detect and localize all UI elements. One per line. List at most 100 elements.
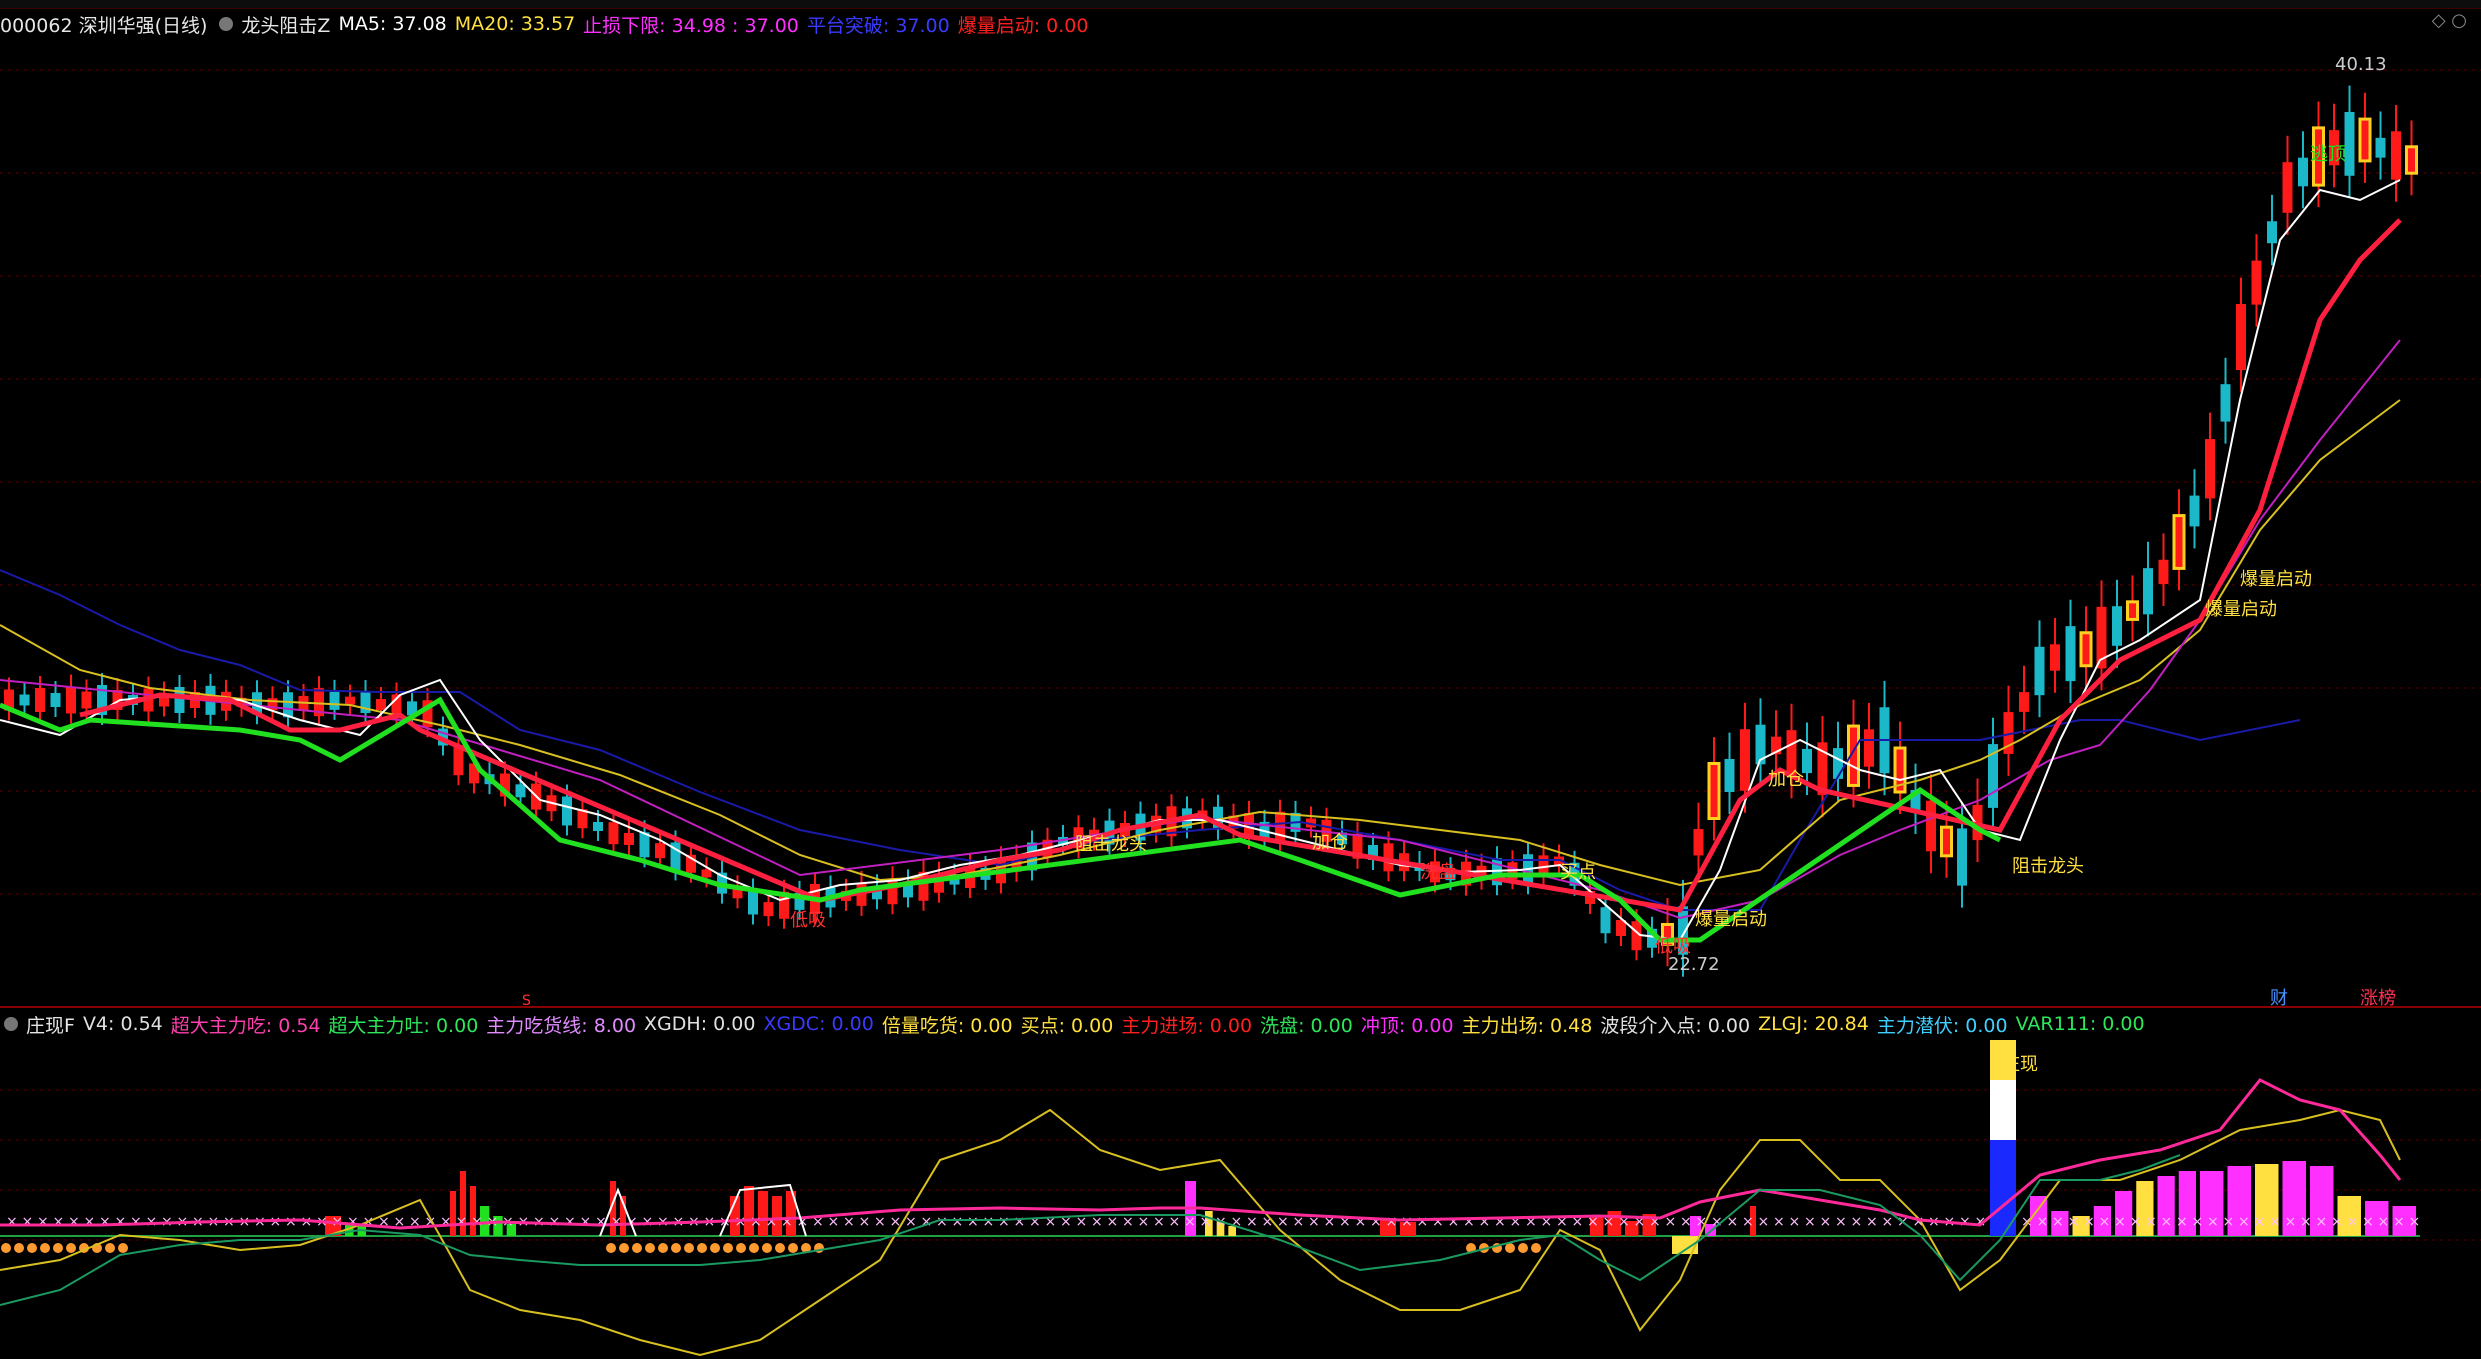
signal-marker: × bbox=[2161, 1214, 2173, 1230]
signal-marker: × bbox=[1138, 1214, 1150, 1230]
candle-body bbox=[1864, 729, 1874, 767]
signal-marker: × bbox=[2114, 1214, 2126, 1230]
sub-item-4: XGDH: 0.00 bbox=[644, 1013, 756, 1035]
accumulation-marker bbox=[684, 1243, 694, 1253]
signal-marker: × bbox=[1773, 1214, 1785, 1230]
sub-item-3: 主力吃货线: 8.00 bbox=[486, 1014, 637, 1037]
accumulation-marker bbox=[632, 1243, 642, 1253]
sub-item-7: 买点: 0.00 bbox=[1020, 1014, 1114, 1037]
candle-body bbox=[2034, 646, 2045, 696]
sub-item-14: 主力潜伏: 0.00 bbox=[1876, 1014, 2008, 1037]
candle-body bbox=[2220, 384, 2231, 422]
candle-body bbox=[2344, 111, 2355, 176]
stock-title[interactable]: 000062 深圳华强(日线) bbox=[0, 11, 207, 38]
signal-marker: × bbox=[2083, 1214, 2095, 1230]
signal-marker: × bbox=[2176, 1214, 2188, 1230]
accumulation-marker bbox=[658, 1243, 668, 1253]
candle-body bbox=[748, 890, 758, 915]
signal-marker: × bbox=[2300, 1214, 2312, 1230]
signal-marker: × bbox=[1370, 1214, 1382, 1230]
signal-marker: × bbox=[1494, 1214, 1506, 1230]
signal-marker: × bbox=[1789, 1214, 1801, 1230]
candle-body bbox=[2112, 606, 2122, 646]
signal-marker: × bbox=[68, 1214, 80, 1230]
signal-marker: × bbox=[1913, 1214, 1925, 1230]
candle-body bbox=[35, 688, 45, 712]
signal-marker: × bbox=[766, 1214, 778, 1230]
signal-marker: × bbox=[2347, 1214, 2359, 1230]
window-control-icons[interactable]: ◇ ○ bbox=[2432, 10, 2467, 31]
candle-body bbox=[2189, 495, 2200, 527]
candle-body bbox=[329, 691, 340, 710]
indicator-name[interactable]: 龙头阻击Z bbox=[241, 11, 330, 38]
signal-marker: × bbox=[1029, 1214, 1041, 1230]
finance-badge[interactable]: 财 bbox=[2270, 988, 2288, 1008]
candle-body bbox=[1926, 800, 1936, 852]
signal-marker: × bbox=[2021, 1214, 2033, 1230]
gridlines bbox=[0, 69, 2481, 895]
accumulation-marker bbox=[40, 1243, 50, 1253]
signal-marker: × bbox=[1835, 1214, 1847, 1230]
buy-point-label: 买点 bbox=[1560, 862, 1596, 883]
candle-body bbox=[345, 696, 355, 705]
signal-marker: × bbox=[2316, 1214, 2328, 1230]
candle-body bbox=[515, 784, 526, 798]
limit-up-badge[interactable]: 涨榜 bbox=[2360, 988, 2396, 1008]
accumulation-marker bbox=[645, 1243, 655, 1253]
signal-marker: × bbox=[2269, 1214, 2281, 1230]
low-buy-label-2: 低吸 bbox=[1655, 936, 1691, 957]
candle-body bbox=[2405, 145, 2418, 175]
signal-marker: × bbox=[781, 1214, 793, 1230]
candle-body bbox=[283, 692, 293, 718]
signal-marker: × bbox=[2378, 1214, 2390, 1230]
sub-chart-legend: 庄现F V4: 0.54 超大主力吃: 0.54 超大主力吐: 0.00 主力吃… bbox=[0, 1008, 2153, 1040]
sub-item-9: 洗盘: 0.00 bbox=[1260, 1014, 1353, 1037]
sub-indicator-settings-icon[interactable] bbox=[4, 1017, 18, 1031]
candle-body bbox=[2079, 631, 2093, 668]
sub-item-2: 超大主力吐: 0.00 bbox=[328, 1014, 479, 1037]
candle-body bbox=[1740, 729, 1750, 791]
accumulation-marker bbox=[723, 1243, 733, 1253]
indicator-settings-icon[interactable] bbox=[219, 17, 234, 31]
signal-marker: × bbox=[1107, 1214, 1119, 1230]
signal-marker: × bbox=[440, 1214, 452, 1230]
sub-bars: × × × × × × × × × × × × × × × × × × × × × × × × × × × × × × × × × × × × × × × ×… bbox=[1, 1040, 2420, 1254]
indicator-subchart[interactable]: × × × × × × × × × × × × × × × × × × × × × × × × × × × × × × × × × × × × × × × ×… bbox=[0, 1040, 2481, 1359]
signal-marker: × bbox=[1448, 1214, 1460, 1230]
signal-marker: × bbox=[1153, 1214, 1165, 1230]
accumulation-marker bbox=[27, 1243, 37, 1253]
signal-marker: × bbox=[130, 1214, 142, 1230]
sub-item-15: VAR111: 0.00 bbox=[2015, 1013, 2145, 1035]
signal-marker: × bbox=[936, 1214, 948, 1230]
signal-marker: × bbox=[1169, 1214, 1181, 1230]
candle-body bbox=[562, 796, 572, 826]
signal-marker: × bbox=[874, 1214, 886, 1230]
accumulation-marker bbox=[1518, 1243, 1528, 1253]
signal-marker: × bbox=[2145, 1214, 2157, 1230]
candle-body bbox=[2267, 221, 2277, 244]
candle-body bbox=[1600, 907, 1611, 934]
signal-marker: × bbox=[2068, 1214, 2080, 1230]
candlestick-chart[interactable]: 40.13 22.72 逃顶 爆量启动 爆量启动 阻击龙头 阻击龙头 爆量启动 … bbox=[0, 40, 2481, 1008]
candle-body bbox=[2375, 137, 2386, 158]
sub-indicator-name[interactable]: 庄现F bbox=[26, 1011, 75, 1038]
signal-marker: × bbox=[2393, 1214, 2405, 1230]
accumulation-marker bbox=[606, 1243, 616, 1253]
signal-marker: × bbox=[84, 1214, 96, 1230]
signal-marker: × bbox=[2052, 1214, 2064, 1230]
ma20-value: MA20: 33.57 bbox=[454, 13, 576, 35]
burst-label-1: 爆量启动 bbox=[2240, 569, 2312, 590]
burst-label-2: 爆量启动 bbox=[2205, 599, 2277, 620]
candle-body bbox=[1538, 855, 1549, 876]
signal-marker: × bbox=[1432, 1214, 1444, 1230]
ma-blue-line bbox=[0, 569, 2301, 911]
ma-red-line bbox=[79, 218, 2402, 913]
signal-marker: × bbox=[1742, 1214, 1754, 1230]
low-buy-label-1: 低吸 bbox=[790, 910, 826, 931]
accumulation-marker bbox=[671, 1243, 681, 1253]
wash-label: 洗盘 bbox=[1420, 862, 1456, 883]
sub-item-11: 主力出场: 0.48 bbox=[1461, 1014, 1593, 1037]
add-position-label-2: 加仓 bbox=[1768, 769, 1804, 790]
zhuangxian-column bbox=[1990, 1080, 2016, 1140]
signal-marker: × bbox=[998, 1214, 1010, 1230]
